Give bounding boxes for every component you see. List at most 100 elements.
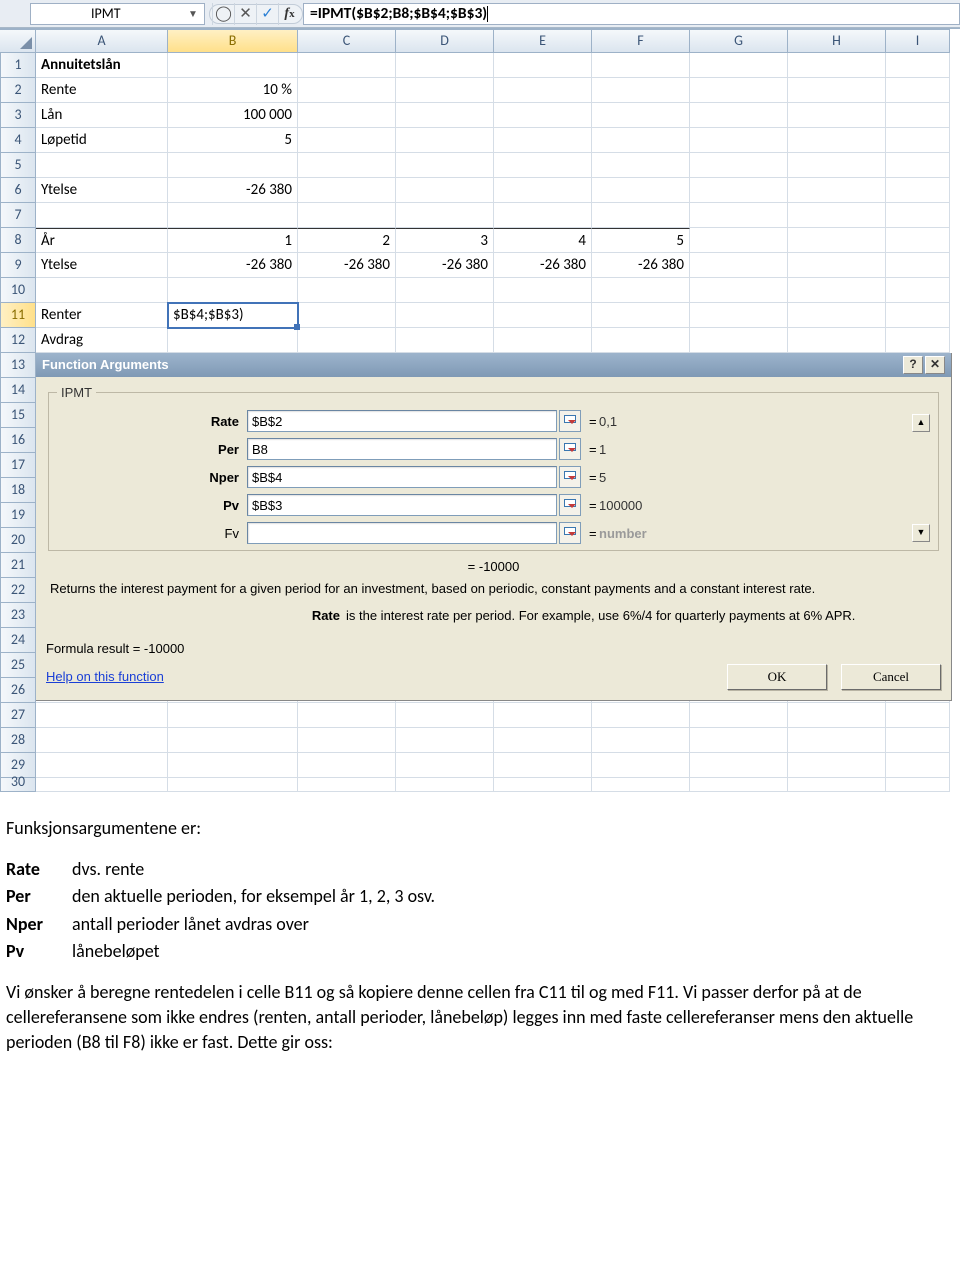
formula-input[interactable]: =IPMT($B$2;B8;$B$4;$B$3)	[303, 3, 960, 25]
col-header-a[interactable]: A	[36, 29, 168, 53]
cell[interactable]	[494, 203, 592, 228]
cell[interactable]	[690, 103, 788, 128]
enter-check-icon[interactable]: ✓	[256, 3, 278, 25]
cell[interactable]	[788, 253, 886, 278]
cell[interactable]	[886, 278, 950, 303]
collapse-icon[interactable]	[559, 466, 581, 488]
cell[interactable]	[592, 178, 690, 203]
cell[interactable]	[298, 103, 396, 128]
row-header[interactable]: 16	[0, 428, 36, 453]
cell-a1[interactable]: Annuitetslån	[36, 53, 168, 78]
collapse-icon[interactable]	[559, 410, 581, 432]
cell-c9[interactable]: -26 380	[298, 253, 396, 278]
cell[interactable]	[690, 128, 788, 153]
cell-b2[interactable]: 10 %	[168, 78, 298, 103]
cell[interactable]	[690, 303, 788, 328]
cell[interactable]	[494, 278, 592, 303]
col-header-h[interactable]: H	[788, 29, 886, 53]
cell[interactable]	[690, 278, 788, 303]
row-header[interactable]: 12	[0, 328, 36, 353]
cell[interactable]	[886, 228, 950, 253]
cell[interactable]	[690, 153, 788, 178]
row-header[interactable]: 24	[0, 628, 36, 653]
cell[interactable]	[690, 53, 788, 78]
cell[interactable]	[592, 53, 690, 78]
cell[interactable]	[788, 228, 886, 253]
cell-a3[interactable]: Lån	[36, 103, 168, 128]
cell[interactable]	[396, 178, 494, 203]
cell[interactable]	[494, 128, 592, 153]
select-all-corner[interactable]	[0, 29, 36, 53]
cell-d8[interactable]: 3	[396, 228, 494, 253]
cell[interactable]	[886, 78, 950, 103]
collapse-icon[interactable]	[559, 494, 581, 516]
args-scrollbar[interactable]: ▲ ▼	[912, 414, 930, 542]
row-header[interactable]: 23	[0, 603, 36, 628]
cell[interactable]	[396, 153, 494, 178]
arg-input-nper[interactable]: $B$4	[247, 466, 557, 488]
row-header[interactable]: 15	[0, 403, 36, 428]
cell[interactable]	[396, 103, 494, 128]
cell[interactable]	[886, 103, 950, 128]
cell[interactable]	[298, 53, 396, 78]
cell-a9[interactable]: Ytelse	[36, 253, 168, 278]
col-header-d[interactable]: D	[396, 29, 494, 53]
cell-f9[interactable]: -26 380	[592, 253, 690, 278]
arg-input-pv[interactable]: $B$3	[247, 494, 557, 516]
cell[interactable]	[886, 203, 950, 228]
cell[interactable]	[788, 128, 886, 153]
cell[interactable]	[690, 203, 788, 228]
row-header[interactable]: 4	[0, 128, 36, 153]
row-header[interactable]: 21	[0, 553, 36, 578]
cell[interactable]	[494, 153, 592, 178]
cell[interactable]	[886, 303, 950, 328]
cell[interactable]	[168, 278, 298, 303]
arg-input-per[interactable]: B8	[247, 438, 557, 460]
cell[interactable]	[168, 53, 298, 78]
cell[interactable]	[788, 178, 886, 203]
cell[interactable]	[690, 328, 788, 353]
row-header[interactable]: 11	[0, 303, 36, 328]
col-header-g[interactable]: G	[690, 29, 788, 53]
row-header[interactable]: 19	[0, 503, 36, 528]
col-header-e[interactable]: E	[494, 29, 592, 53]
cell[interactable]	[168, 203, 298, 228]
cell[interactable]	[298, 128, 396, 153]
row-header[interactable]: 25	[0, 653, 36, 678]
cell[interactable]	[396, 203, 494, 228]
cell[interactable]	[690, 228, 788, 253]
cell-a4[interactable]: Løpetid	[36, 128, 168, 153]
cell[interactable]	[396, 78, 494, 103]
cell-f8[interactable]: 5	[592, 228, 690, 253]
cell[interactable]	[788, 303, 886, 328]
col-header-f[interactable]: F	[592, 29, 690, 53]
scroll-up-icon[interactable]: ▲	[912, 414, 930, 432]
cell-b11-active[interactable]: $B$4;$B$3)	[168, 303, 298, 328]
row-header[interactable]: 13	[0, 353, 36, 378]
row-header[interactable]: 6	[0, 178, 36, 203]
row-header[interactable]: 20	[0, 528, 36, 553]
cell[interactable]	[168, 328, 298, 353]
cell-d9[interactable]: -26 380	[396, 253, 494, 278]
row-header[interactable]: 9	[0, 253, 36, 278]
row-header[interactable]: 14	[0, 378, 36, 403]
row-header[interactable]: 18	[0, 478, 36, 503]
cell[interactable]	[886, 328, 950, 353]
cell-c8[interactable]: 2	[298, 228, 396, 253]
cell[interactable]	[298, 328, 396, 353]
cell-e8[interactable]: 4	[494, 228, 592, 253]
cancel-x-icon[interactable]: ✕	[234, 3, 256, 25]
cell[interactable]	[592, 153, 690, 178]
cell-b6[interactable]: -26 380	[168, 178, 298, 203]
row-header[interactable]: 2	[0, 78, 36, 103]
cell[interactable]	[494, 53, 592, 78]
scroll-down-icon[interactable]: ▼	[912, 524, 930, 542]
cell[interactable]	[396, 278, 494, 303]
cell[interactable]	[298, 203, 396, 228]
cell[interactable]	[298, 303, 396, 328]
cell[interactable]	[690, 78, 788, 103]
cell[interactable]	[690, 178, 788, 203]
row-header[interactable]: 1	[0, 53, 36, 78]
cell[interactable]	[886, 53, 950, 78]
col-header-b[interactable]: B	[168, 29, 298, 53]
